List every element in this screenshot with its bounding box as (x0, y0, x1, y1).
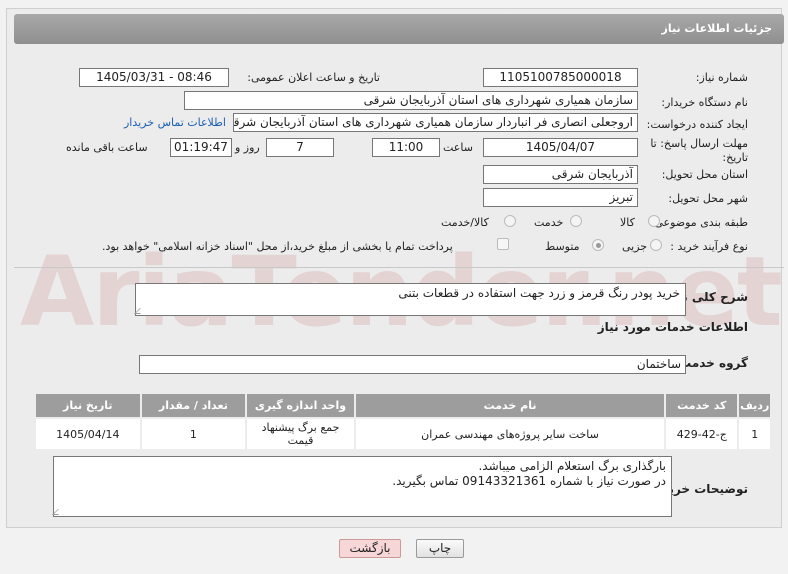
col-header-unit: واحد اندازه گیری (245, 392, 356, 419)
category-radio-goods-service[interactable] (504, 215, 516, 227)
col-header-row: ردیف (737, 392, 772, 419)
province-label: استان محل تحویل: (661, 168, 748, 181)
cell-quantity: 1 (139, 417, 248, 451)
page-title: جزئیات اطلاعات نیاز (661, 22, 773, 35)
buyer-org-label: نام دستگاه خریدار: (661, 96, 748, 109)
buyer-notes-text: بارگذاری برگ استعلام الزامی میباشد. در ص… (52, 456, 672, 517)
announce-label: تاریخ و ساعت اعلان عمومی: (247, 71, 380, 84)
services-section-title: اطلاعات خدمات مورد نیاز (597, 320, 748, 334)
category-radio-goods[interactable] (648, 215, 660, 227)
process-minor-label: جزیی (622, 240, 648, 253)
service-group-field: ساختمان (139, 355, 686, 374)
resize-grip-icon[interactable] (134, 308, 146, 314)
col-header-code: کد خدمت (664, 392, 740, 419)
need-number-field: 1105100785000018 (483, 68, 638, 87)
deadline-time-field: 11:00 (372, 138, 440, 157)
col-header-name: نام خدمت (353, 392, 667, 419)
divider (14, 267, 784, 268)
back-button[interactable]: بازگشت (339, 539, 401, 558)
resize-grip-icon[interactable] (52, 509, 64, 515)
buyer-notes-line-2: در صورت نیاز با شماره 09143321361 تماس ب… (392, 474, 666, 488)
deadline-label: مهلت ارسال پاسخ: تا تاریخ: (650, 137, 748, 164)
province-field: آذربایجان شرقی (483, 165, 638, 184)
cell-code: ج-42-429 (664, 417, 740, 451)
city-label: شهر محل تحویل: (668, 192, 748, 205)
col-header-quantity: تعداد / مقدار (139, 392, 248, 419)
need-number-label: شماره نیاز: (695, 71, 748, 84)
contact-buyer-link[interactable]: اطلاعات تماس خریدار (124, 116, 226, 129)
announce-field: 1405/03/31 - 08:46 (79, 68, 229, 87)
col-header-date: تاریخ نیاز (34, 392, 142, 419)
print-button[interactable]: چاپ (416, 539, 464, 558)
category-radio-service[interactable] (570, 215, 582, 227)
process-label: نوع فرآیند خرید : (670, 240, 748, 253)
creator-field: اروجعلی انصاری فر انباردار سازمان همیاری… (233, 113, 638, 132)
creator-label: ایجاد کننده درخواست: (646, 118, 748, 131)
table-row: 1 ج-42-429 ساخت سایر پروژه‌های مهندسی عم… (34, 417, 772, 451)
cell-name: ساخت سایر پروژه‌های مهندسی عمران (353, 417, 667, 451)
deadline-date-field: 1405/04/07 (483, 138, 638, 157)
payment-note: پرداخت تمام یا بخشی از مبلغ خرید،از محل … (102, 240, 453, 253)
page-header: جزئیات اطلاعات نیاز (14, 14, 784, 44)
cell-date: 1405/04/14 (34, 417, 142, 451)
process-medium-label: متوسط (545, 240, 580, 253)
buyer-org-field: سازمان همیاری شهرداری های استان آذربایجا… (184, 91, 638, 110)
buyer-notes-line-1: بارگذاری برگ استعلام الزامی میباشد. (478, 459, 666, 473)
category-goods-label: کالا (620, 216, 635, 229)
cell-unit: جمع برگ پیشنهاد قیمت (245, 417, 356, 451)
category-service-label: خدمت (534, 216, 564, 229)
city-field: تبریز (483, 188, 638, 207)
category-goods-service-label: کالا/خدمت (441, 216, 489, 229)
treasury-checkbox[interactable] (497, 238, 509, 250)
process-radio-minor[interactable] (650, 239, 662, 251)
cell-row: 1 (737, 417, 772, 451)
remaining-time-field: 01:19:47 (170, 138, 232, 157)
days-label: روز و (235, 141, 260, 154)
services-table: ردیف کد خدمت نام خدمت واحد اندازه گیری ت… (34, 392, 772, 451)
process-radio-medium[interactable] (592, 239, 604, 251)
remaining-label: ساعت باقی مانده (66, 141, 148, 154)
deadline-time-label: ساعت (443, 141, 473, 154)
summary-text: خرید پودر رنگ قرمز و زرد جهت استفاده در … (134, 283, 686, 316)
days-field: 7 (266, 138, 334, 157)
category-label: طبقه بندی موضوعی: (650, 216, 748, 229)
